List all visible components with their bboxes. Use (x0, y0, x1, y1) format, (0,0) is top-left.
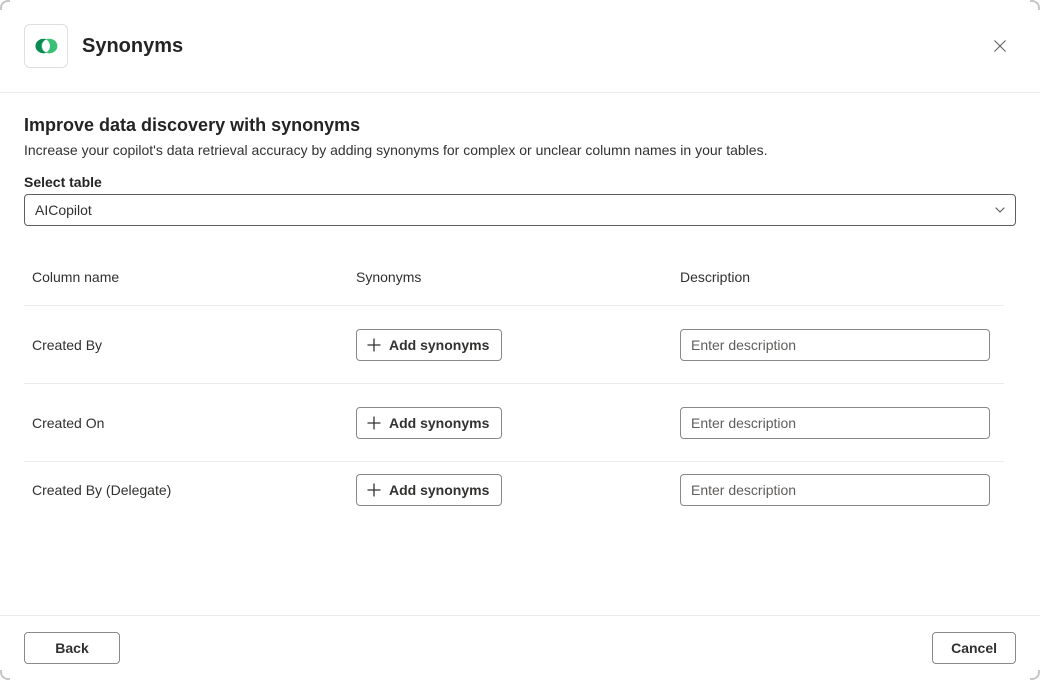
plus-icon (367, 416, 381, 430)
dialog-title: Synonyms (82, 35, 183, 58)
add-synonyms-label: Add synonyms (389, 482, 489, 498)
select-table-field[interactable]: AICopilot (24, 194, 1016, 226)
cancel-button[interactable]: Cancel (932, 632, 1016, 664)
add-synonyms-label: Add synonyms (389, 337, 489, 353)
logo-tile (24, 24, 68, 68)
col-header-description: Description (680, 269, 996, 285)
columns-table: Column name Synonyms Description Created… (24, 248, 1016, 615)
select-table-label: Select table (24, 174, 1016, 190)
plus-icon (367, 338, 381, 352)
add-synonyms-label: Add synonyms (389, 415, 489, 431)
table-row: Created On Add synonyms (24, 384, 1004, 462)
column-name-cell: Created On (32, 415, 348, 431)
plus-icon (367, 483, 381, 497)
dialog-footer: Back Cancel (0, 615, 1040, 680)
select-table-value[interactable]: AICopilot (24, 194, 1016, 226)
add-synonyms-button[interactable]: Add synonyms (356, 329, 502, 361)
dialog-header: Synonyms (0, 0, 1040, 93)
table-header-row: Column name Synonyms Description (24, 248, 1004, 306)
close-icon (993, 39, 1007, 53)
column-name-cell: Created By (Delegate) (32, 482, 348, 498)
chevron-down-icon (994, 204, 1006, 216)
page-subheading: Increase your copilot's data retrieval a… (24, 142, 1016, 158)
page-heading: Improve data discovery with synonyms (24, 115, 1016, 136)
synonyms-dialog: Synonyms Improve data discovery with syn… (0, 0, 1040, 680)
description-input[interactable] (680, 474, 990, 506)
add-synonyms-button[interactable]: Add synonyms (356, 407, 502, 439)
add-synonyms-button[interactable]: Add synonyms (356, 474, 502, 506)
col-header-name: Column name (32, 269, 348, 285)
col-header-synonyms: Synonyms (356, 269, 672, 285)
close-button[interactable] (984, 30, 1016, 62)
table-row: Created By (Delegate) Add synonyms (24, 462, 1004, 518)
dataverse-logo-icon (33, 33, 59, 59)
description-input[interactable] (680, 329, 990, 361)
table-row: Created By Add synonyms (24, 306, 1004, 384)
column-name-cell: Created By (32, 337, 348, 353)
description-input[interactable] (680, 407, 990, 439)
dialog-body: Improve data discovery with synonyms Inc… (0, 93, 1040, 615)
back-button[interactable]: Back (24, 632, 120, 664)
